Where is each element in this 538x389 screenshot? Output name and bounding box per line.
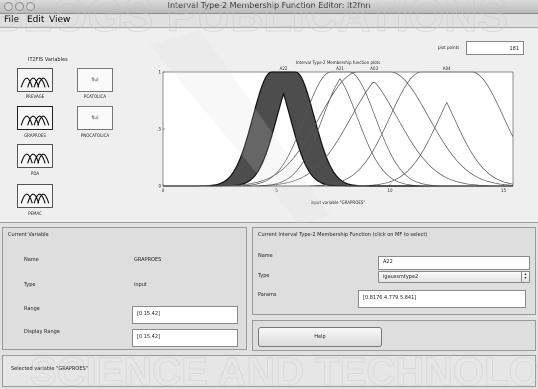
status-bar: Selected variable "GRAPROES" <box>2 355 536 387</box>
mf-icon <box>20 77 50 88</box>
variable-button-pcatolica[interactable]: f(u) <box>77 68 113 92</box>
variable-name-label: Name <box>24 257 39 263</box>
plot-points-label: plot points <box>438 45 460 50</box>
variable-label: PEMAC <box>28 211 42 216</box>
variable-button-pda[interactable] <box>17 144 53 168</box>
menu-file[interactable]: File <box>4 15 19 25</box>
mf-icon <box>20 193 50 204</box>
mf-icon <box>20 153 50 164</box>
variable-button-prevage[interactable] <box>17 68 53 92</box>
variable-label: PREVAGE <box>25 94 45 99</box>
mf-type-select[interactable]: igaussmtype2 ▴ ▾ <box>378 271 530 283</box>
display-range-label: Display Range <box>24 329 60 335</box>
mf-type-label: Type <box>258 273 270 279</box>
variable-button-pemac[interactable] <box>17 184 53 208</box>
mf-label-A22: A22 <box>280 66 288 71</box>
x-tick-label: 0 <box>162 188 165 193</box>
mf-params-input[interactable]: [0.8176 4.779 5.841] <box>358 290 526 308</box>
menu-bar: File Edit View <box>0 14 538 28</box>
updown-arrows-icon: ▴ ▾ <box>521 272 529 282</box>
x-tick-label: 10 <box>387 188 393 193</box>
window-title: Interval Type-2 Membership Function Edit… <box>167 1 371 10</box>
function-icon: f(u) <box>91 77 99 82</box>
mf-name-input[interactable]: A22 <box>378 256 530 270</box>
mf-label-A04: A04 <box>443 66 451 71</box>
mf-name-label: Name <box>258 253 273 259</box>
variable-label: PDA <box>30 171 40 176</box>
variable-label: GRAPROES <box>24 133 46 138</box>
mf-label-A21: A21 <box>336 66 344 71</box>
menu-edit[interactable]: Edit <box>27 15 44 25</box>
current-mf-title: Current Interval Type-2 Membership Funct… <box>258 232 428 238</box>
plot-area <box>162 71 514 187</box>
menu-view[interactable]: View <box>49 15 70 25</box>
variable-type-label: Type <box>24 282 36 288</box>
variable-name-value: GRAPROES <box>134 257 162 263</box>
x-tick-label: 15 <box>501 188 507 193</box>
display-range-input[interactable]: [0 15.42] <box>132 329 238 347</box>
variables-title: IT2FIS Variables <box>28 57 68 63</box>
variable-button-pnocatolica[interactable]: f(u) <box>77 106 113 130</box>
status-text: Selected variable "GRAPROES" <box>11 366 88 372</box>
mf-type-value: igaussmtype2 <box>383 274 419 280</box>
variable-range-input[interactable]: [0 15.42] <box>132 306 238 324</box>
variable-type-value: input <box>134 282 147 288</box>
mf-plot-svg[interactable]: Interval Type-2 Membership function plot… <box>157 56 528 211</box>
function-icon: f(u) <box>91 115 99 120</box>
x-tick-label: 5 <box>275 188 278 193</box>
mf-params-label: Params <box>258 292 277 298</box>
plot-points-input[interactable]: 181 <box>466 41 524 55</box>
current-variable-title: Current Variable <box>8 232 49 238</box>
variable-label: PCATOLICA <box>83 94 107 99</box>
mf-plot[interactable]: Interval Type-2 Membership function plot… <box>157 56 528 211</box>
chart-title: Interval Type-2 Membership function plot… <box>296 60 380 65</box>
help-button[interactable]: Help <box>258 327 382 347</box>
y-tick-label: 1 <box>158 70 161 75</box>
variable-range-label: Range <box>24 306 40 312</box>
mf-label-A03: A03 <box>370 66 378 71</box>
y-tick-label: 0.5 <box>157 127 161 132</box>
variable-button-graproes[interactable] <box>17 106 53 130</box>
title-bar: Interval Type-2 Membership Function Edit… <box>0 0 538 14</box>
mf-icon <box>20 115 50 126</box>
x-axis-label: input variable "GRAPROES" <box>311 200 366 205</box>
variable-label: PNOCATOLICA <box>80 133 110 138</box>
